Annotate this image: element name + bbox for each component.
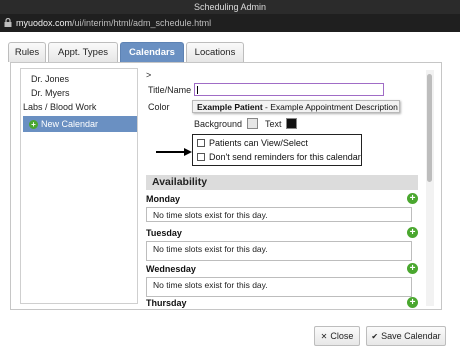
title-name-input[interactable] — [194, 83, 384, 96]
text-caret — [197, 86, 198, 94]
form-scrollbar[interactable] — [426, 70, 434, 306]
url-domain: myuodox.com — [16, 18, 73, 28]
close-label: Close — [330, 331, 354, 341]
no-reminders-checkbox[interactable] — [197, 152, 205, 161]
lock-icon — [4, 15, 12, 33]
calendar-options: Patients can View/Select Don't send remi… — [192, 134, 362, 166]
add-slot-icon[interactable]: + — [407, 263, 418, 274]
calendar-item-dr-jones[interactable]: Dr. Jones — [23, 73, 137, 86]
background-color-swatch[interactable] — [247, 118, 258, 129]
day-name: Wednesday — [146, 264, 196, 274]
plus-circle-icon: + — [29, 120, 38, 130]
tab-rules[interactable]: Rules — [8, 42, 46, 62]
day-slots: No time slots exist for this day. — [146, 241, 412, 261]
day-slots: No time slots exist for this day. — [146, 277, 412, 297]
calendar-list: Dr. Jones Dr. Myers Labs / Blood Work + N… — [20, 68, 138, 304]
tab-appt-types[interactable]: Appt. Types — [48, 42, 118, 62]
add-slot-icon[interactable]: + — [407, 193, 418, 204]
url-path: /ui/interim/html/adm_schedule.html — [72, 18, 212, 28]
no-reminders-option[interactable]: Don't send reminders for this calendar — [197, 151, 361, 163]
scrollbar-thumb[interactable] — [427, 74, 432, 182]
save-calendar-button[interactable]: ✔ Save Calendar — [366, 326, 446, 346]
arrow-right-icon — [156, 148, 192, 156]
calendar-form: > Title/Name Color Example Patient - Exa… — [140, 66, 434, 308]
no-reminders-label: Don't send reminders for this calendar — [209, 152, 361, 162]
color-preview: Example Patient - Example Appointment De… — [192, 100, 400, 113]
availability-header: Availability — [146, 175, 418, 190]
day-slots: No time slots exist for this day. — [146, 207, 412, 222]
text-color-swatch[interactable] — [286, 118, 297, 129]
calendar-item-new[interactable]: + New Calendar — [23, 116, 137, 132]
day-name: Monday — [146, 194, 181, 204]
add-slot-icon[interactable]: + — [407, 297, 418, 308]
patients-view-checkbox[interactable] — [197, 138, 205, 147]
text-color-label: Text — [265, 119, 282, 129]
patients-view-option[interactable]: Patients can View/Select — [197, 137, 308, 149]
day-name: Thursday — [146, 298, 187, 308]
day-name: Tuesday — [146, 228, 182, 238]
preview-patient: Example Patient — [197, 102, 263, 112]
title-label: Title/Name — [148, 85, 192, 95]
tab-calendars[interactable]: Calendars — [120, 42, 184, 62]
add-slot-icon[interactable]: + — [407, 227, 418, 238]
close-button[interactable]: ✕ Close — [314, 326, 360, 346]
patients-view-label: Patients can View/Select — [209, 138, 308, 148]
calendar-item-dr-myers[interactable]: Dr. Myers — [23, 87, 137, 100]
preview-description: - Example Appointment Description — [262, 102, 398, 112]
window-title: Scheduling Admin — [0, 0, 460, 14]
address-bar[interactable]: myuodox.com/ui/interim/html/adm_schedule… — [0, 14, 460, 32]
stray-mark: > — [146, 70, 152, 80]
check-icon: ✔ — [371, 332, 379, 341]
new-calendar-label: New Calendar — [41, 119, 99, 129]
save-label: Save Calendar — [381, 331, 441, 341]
x-icon: ✕ — [320, 332, 328, 341]
background-label: Background — [194, 119, 243, 129]
calendar-item-labs[interactable]: Labs / Blood Work — [23, 101, 137, 114]
color-label: Color — [148, 102, 170, 112]
tab-locations[interactable]: Locations — [186, 42, 244, 62]
